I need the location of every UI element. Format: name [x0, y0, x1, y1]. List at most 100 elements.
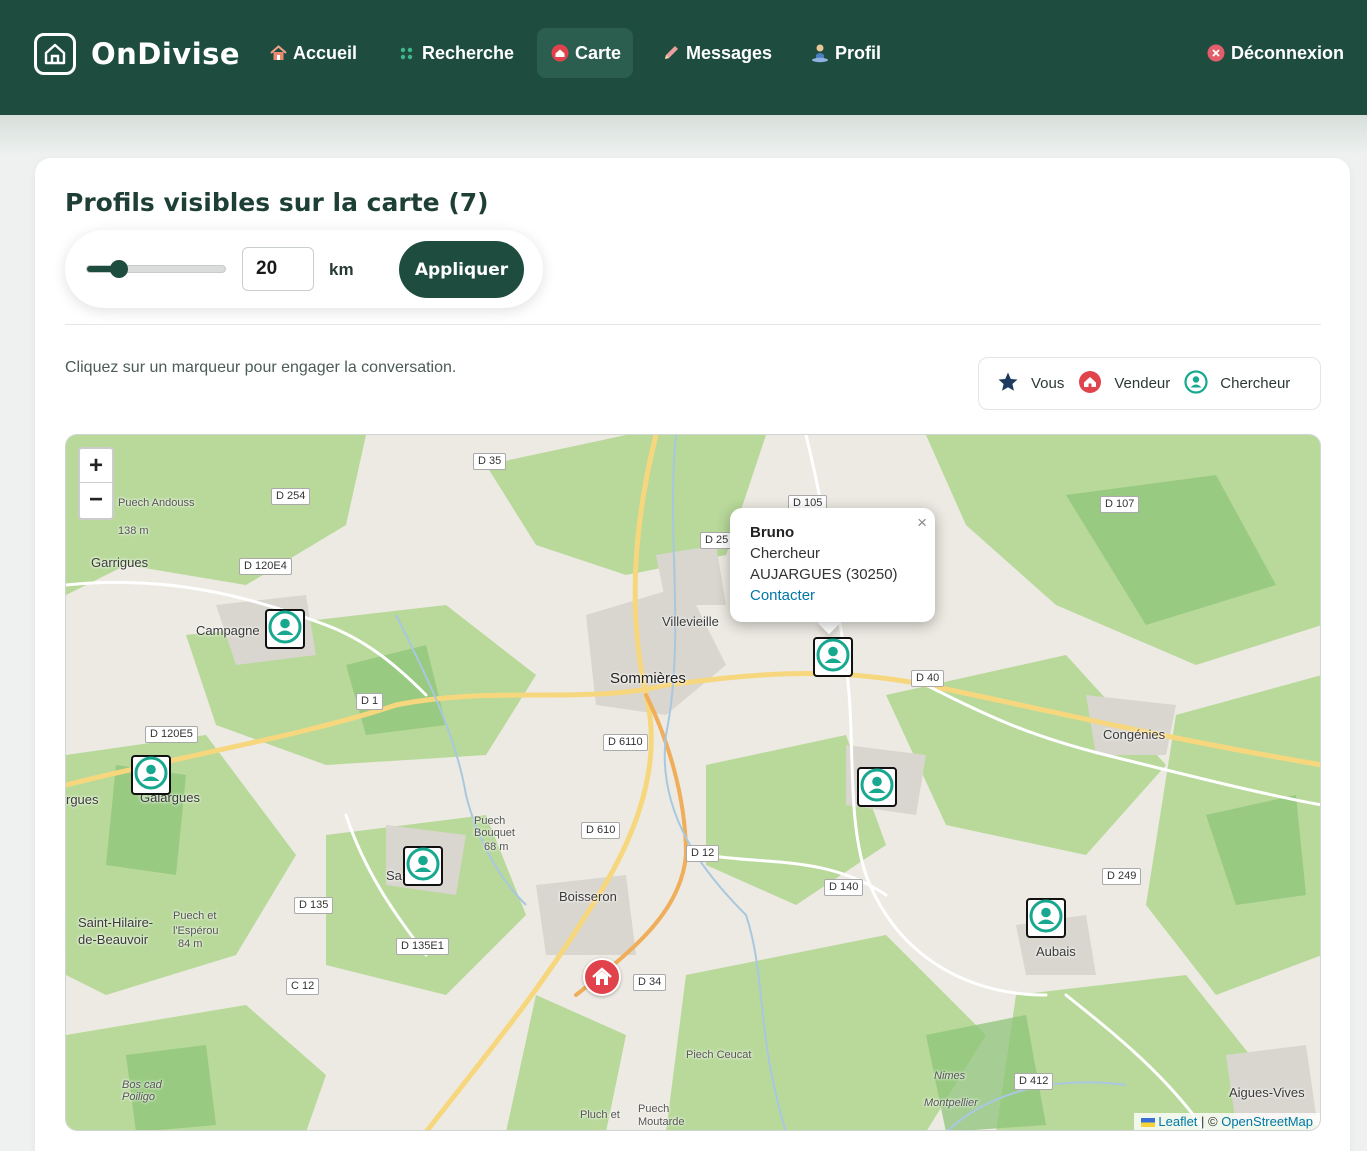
road-label: D 135: [294, 897, 334, 914]
top-navbar: OnDivise Accueil Recherche Carte Message…: [0, 0, 1367, 115]
page-title: Profils visibles sur la carte (7): [65, 188, 489, 217]
place-label: rgues: [66, 792, 99, 807]
popup-name: Bruno: [750, 524, 795, 541]
seeker-person-icon: [406, 847, 440, 886]
place-label: Puech et l'Espérou: [173, 910, 219, 937]
road-label: D 40: [911, 670, 945, 687]
legend-seeker: Chercheur: [1184, 369, 1291, 398]
nav-item-carte[interactable]: Carte: [537, 28, 633, 78]
seeker-person-icon: [268, 610, 302, 649]
road-label: D 254: [271, 488, 311, 505]
contact-link[interactable]: Contacter: [750, 585, 915, 606]
popup-location: AUJARGUES (30250): [750, 566, 898, 583]
map-card: Profils visibles sur la carte (7) km App…: [35, 158, 1350, 1151]
seller-marker[interactable]: [583, 958, 621, 996]
place-label: 68 m: [484, 841, 509, 853]
nav-item-messages[interactable]: Messages: [648, 28, 786, 78]
seeker-marker[interactable]: [131, 755, 171, 795]
nav-item-recherche[interactable]: Recherche: [384, 28, 528, 78]
popup-role: Chercheur: [750, 545, 821, 562]
nav-item-profil[interactable]: Profil: [797, 28, 895, 78]
close-circle-icon: [1207, 44, 1225, 62]
place-label: Puech Moutarde: [638, 1103, 685, 1128]
map-attribution: Leaflet | © OpenStreetMap: [1133, 1113, 1320, 1130]
seeker-person-icon: [134, 756, 168, 795]
popup-close-button[interactable]: ×: [917, 512, 927, 533]
radius-input[interactable]: [242, 247, 314, 291]
zoom-out-button[interactable]: −: [80, 483, 112, 517]
logout-label: Déconnexion: [1231, 42, 1345, 63]
legend-seller-label: Vendeur: [1114, 375, 1171, 392]
search-dots-icon: [398, 44, 416, 62]
seeker-person-icon: [1029, 899, 1063, 938]
place-label: Campagne: [196, 623, 260, 638]
road-label: D 610: [581, 822, 621, 839]
seeker-marker[interactable]: [1026, 898, 1066, 938]
nav-label-carte: Carte: [575, 42, 622, 63]
seeker-marker[interactable]: [857, 767, 897, 807]
place-label: 84 m: [178, 938, 203, 950]
place-label: Sa: [386, 868, 402, 883]
road-label: D 135E1: [396, 938, 449, 955]
place-label: Bos cad Poiligo: [122, 1079, 162, 1103]
seeker-person-icon: [816, 638, 850, 677]
road-label: D 120E5: [145, 726, 198, 743]
radius-unit: km: [329, 260, 354, 279]
nav-label-profil: Profil: [835, 42, 882, 63]
place-label: Boisseron: [559, 889, 617, 904]
place-label: Pluch et: [580, 1109, 620, 1121]
road-label: C 12: [286, 978, 320, 995]
place-label: Saint-Hilaire-de-Beauvoir: [78, 915, 154, 947]
nav-item-accueil[interactable]: Accueil: [255, 28, 371, 78]
osm-link[interactable]: OpenStreetMap: [1221, 1114, 1313, 1129]
header-shadow: [0, 115, 1367, 155]
road-label: D 140: [824, 879, 864, 896]
road-label: D 34: [633, 974, 667, 991]
nav-label-recherche: Recherche: [422, 42, 515, 63]
seeker-marker[interactable]: [265, 609, 305, 649]
road-label: D 107: [1100, 496, 1140, 513]
place-label: Puech Bouquet: [474, 815, 515, 839]
map-tiles: [66, 435, 1320, 1130]
place-label: Garrigues: [91, 555, 149, 570]
divider: [65, 324, 1321, 325]
seller-house-icon: [592, 967, 612, 985]
legend-you-label: Vous: [1031, 375, 1065, 392]
slider-thumb[interactable]: [110, 260, 129, 278]
seeker-marker-selected[interactable]: [813, 637, 853, 677]
place-label: Piech Ceucat: [686, 1049, 752, 1061]
leaflet-link[interactable]: Leaflet: [1158, 1114, 1197, 1129]
legend-seeker-label: Chercheur: [1220, 375, 1291, 392]
logout-button[interactable]: Déconnexion: [1193, 28, 1358, 78]
map-view[interactable]: + − Puech Andouss 138 m Garrigues Campag…: [65, 434, 1321, 1131]
nav-label-messages: Messages: [686, 42, 773, 63]
map-legend: Vous Vendeur Chercheur: [978, 357, 1321, 410]
seller-house-icon: [1078, 370, 1102, 398]
road-label: D 1: [356, 693, 384, 710]
home-icon: [269, 44, 287, 62]
seeker-person-icon: [1184, 369, 1208, 398]
ukraine-flag-icon: [1140, 1118, 1155, 1128]
road-label: D 6110: [603, 734, 648, 751]
attribution-separator: | ©: [1197, 1114, 1222, 1129]
seeker-marker[interactable]: [403, 846, 443, 886]
place-label: 138 m: [118, 525, 149, 537]
zoom-in-button[interactable]: +: [80, 449, 112, 483]
map-house-icon: [551, 44, 569, 62]
place-label: Aigues-Vives: [1229, 1085, 1305, 1100]
radius-slider[interactable]: [86, 260, 226, 278]
legend-seller: Vendeur: [1078, 370, 1170, 398]
place-label: Villevieille: [662, 614, 719, 629]
legend-you: Vous: [997, 371, 1064, 397]
road-label: D 120E4: [239, 558, 292, 575]
brand[interactable]: OnDivise: [34, 33, 240, 75]
road-label: D 12: [686, 845, 720, 862]
road-label: D 25: [700, 532, 734, 549]
apply-button[interactable]: Appliquer: [399, 241, 524, 298]
radius-filter: km Appliquer: [65, 230, 543, 308]
zoom-controls: + −: [78, 447, 114, 520]
house-logo-icon: [34, 33, 76, 75]
place-label: Nimes: [934, 1070, 966, 1082]
place-label: Sommières: [610, 670, 686, 687]
place-label: Montpellier: [924, 1097, 978, 1109]
